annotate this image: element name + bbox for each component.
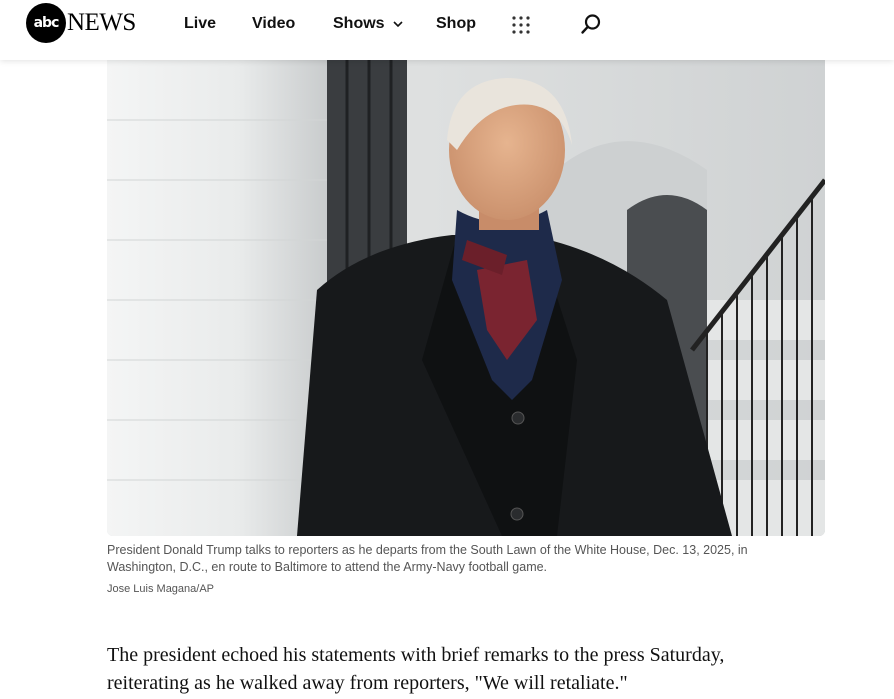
photo-caption: President Donald Trump talks to reporter… <box>107 543 748 574</box>
article-photo <box>107 60 825 536</box>
photo-credit: Jose Luis Magana/AP <box>107 583 215 595</box>
nav-video[interactable]: Video <box>252 14 295 34</box>
apps-menu-button[interactable] <box>511 15 531 35</box>
abc-logo-text: abc <box>33 15 60 31</box>
chevron-down-icon <box>393 21 403 27</box>
nav-shows-label: Shows <box>333 15 385 32</box>
abc-news-logo[interactable]: abc NEWS <box>26 3 136 43</box>
news-logo-text: NEWS <box>67 9 136 36</box>
site-header: abc NEWS Live Video Shows Shop <box>0 0 894 60</box>
nav-shows[interactable]: Shows <box>333 14 403 34</box>
abc-logo-circle: abc <box>26 3 66 43</box>
search-button[interactable] <box>580 13 602 35</box>
article-paragraph: The president echoed his statements with… <box>107 644 725 694</box>
nav-shop[interactable]: Shop <box>436 14 476 34</box>
search-icon <box>581 14 601 34</box>
apps-grid-icon <box>512 16 530 34</box>
nav-live[interactable]: Live <box>184 14 216 34</box>
article-photo-illustration <box>107 60 825 536</box>
